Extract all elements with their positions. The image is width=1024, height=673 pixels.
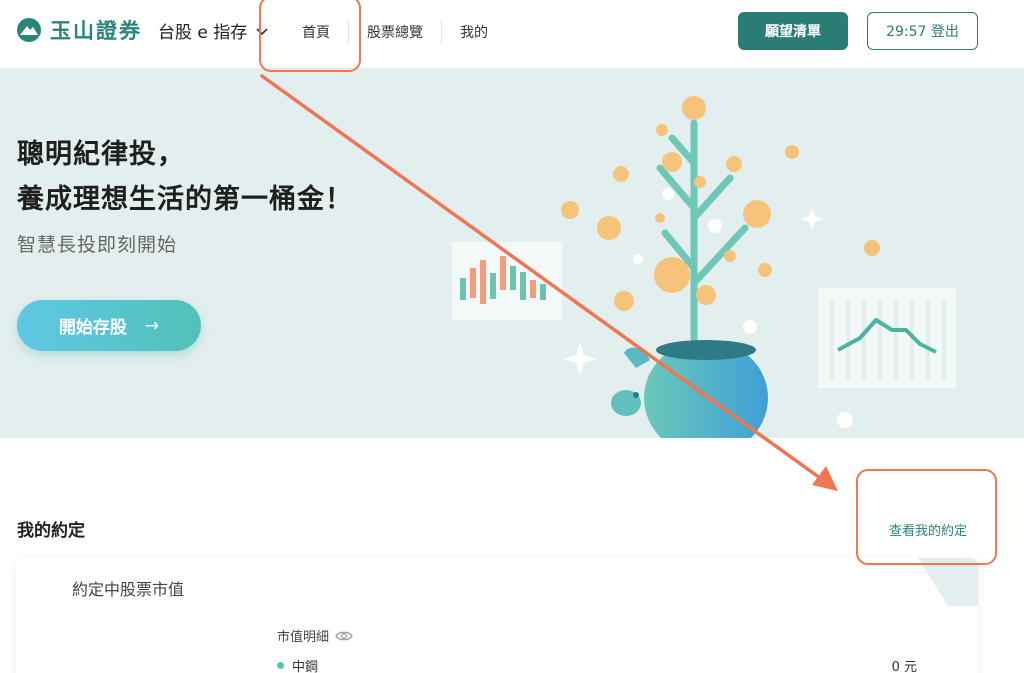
hero-banner: 聰明紀律投， 養成理想生活的第一桶金！ 智慧長投即刻開始 開始存股 → (0, 68, 1024, 438)
appointment-value-card: 約定中股票市值 市值明細 中鋼 0 元 (16, 558, 978, 673)
market-value-detail: 市值明細 (277, 626, 353, 645)
stock-name: 中鋼 (292, 660, 319, 673)
app-name: 台股 e 指存 (158, 23, 248, 43)
hero-title: 聰明紀律投， 養成理想生活的第一桶金！ (17, 132, 353, 222)
market-value-detail-label: 市值明細 (277, 630, 330, 645)
hero-title-line: 聰明紀律投， (17, 139, 185, 170)
hero-illustration (452, 96, 956, 438)
my-appointments-title: 我的約定 (17, 521, 85, 541)
start-saving-button[interactable]: 開始存股 → (17, 300, 201, 351)
stock-row: 中鋼 0 元 (277, 656, 917, 673)
mountain-logo-icon (17, 18, 41, 42)
eye-icon[interactable] (335, 630, 353, 642)
wishlist-button[interactable]: 願望清單 (738, 12, 848, 50)
start-saving-label: 開始存股 (58, 318, 127, 338)
stock-value: 0 元 (891, 660, 917, 673)
highlight-view-appointments (856, 469, 997, 565)
app-switcher[interactable]: 台股 e 指存 (158, 18, 269, 43)
brand-name: 玉山證券 (50, 19, 142, 43)
nav-mine[interactable]: 我的 (442, 22, 506, 42)
hero-title-line: 養成理想生活的第一桶金！ (17, 184, 353, 215)
card-decoration (918, 558, 978, 606)
logout-button[interactable]: 29:57 登出 (867, 12, 978, 50)
highlight-home-tab (259, 0, 361, 72)
arrow-right-icon: → (144, 315, 160, 336)
card-title: 約定中股票市值 (72, 580, 185, 599)
brand-logo[interactable]: 玉山證券 (16, 15, 142, 45)
nav-stock-overview[interactable]: 股票總覽 (349, 22, 441, 42)
stock-dot (277, 662, 284, 669)
hero-subtitle: 智慧長投即刻開始 (17, 234, 178, 256)
top-header: 玉山證券 台股 e 指存 首頁 股票總覽 我的 願望清單 29:57 登出 (0, 0, 1024, 68)
